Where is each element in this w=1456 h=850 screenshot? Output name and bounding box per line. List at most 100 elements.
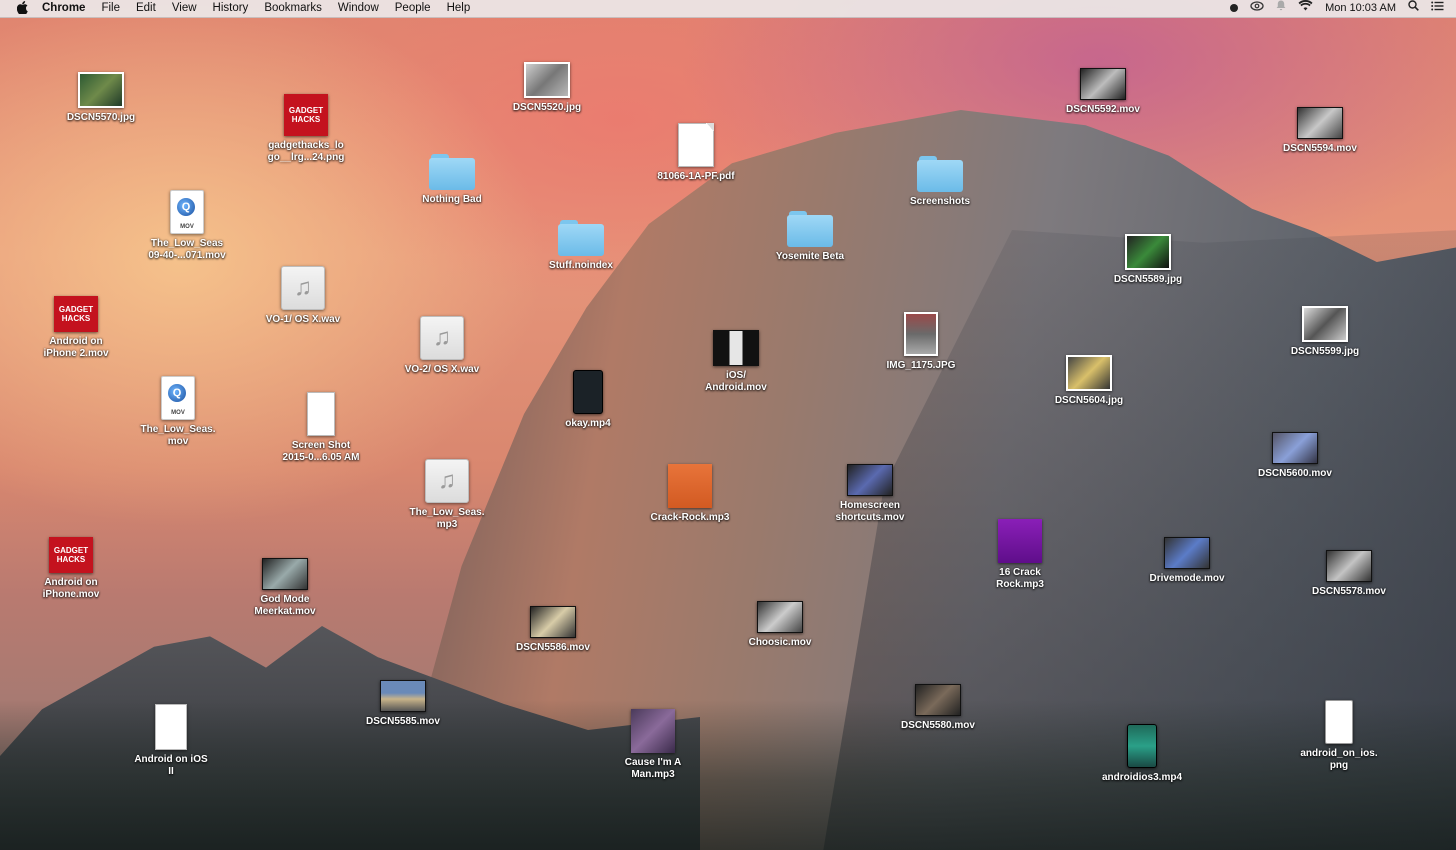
folder-icon — [558, 220, 604, 256]
desktop-item-label: DSCN5599.jpg — [1290, 346, 1360, 357]
menubar-clock[interactable]: Mon 10:03 AM — [1319, 0, 1402, 17]
album-art-icon — [631, 709, 675, 753]
menu-people[interactable]: People — [387, 0, 439, 17]
recording-status-icon[interactable] — [1224, 0, 1244, 17]
desktop-item-okay-mp4[interactable]: okay.mp4 — [533, 370, 643, 430]
apple-menu-icon[interactable] — [12, 0, 32, 17]
desktop-item-cause-im-a-man[interactable]: Cause I'm A Man.mp3 — [598, 709, 708, 781]
image-thumbnail-icon — [524, 62, 570, 98]
desktop-item-dscn5585[interactable]: DSCN5585.mov — [348, 680, 458, 728]
desktop-item-label: android_on_ios. png — [1300, 748, 1378, 771]
menu-history[interactable]: History — [205, 0, 257, 17]
quicktime-movie-icon: Q MOV — [161, 376, 195, 420]
creative-cloud-icon[interactable] — [1244, 0, 1270, 17]
desktop-item-label: DSCN5604.jpg — [1054, 395, 1124, 406]
video-thumbnail-icon — [573, 370, 603, 414]
desktop-item-screen-shot[interactable]: Screen Shot 2015-0...6.05 AM — [266, 392, 376, 464]
desktop-item-vo2[interactable]: ♫ VO-2/ OS X.wav — [387, 316, 497, 376]
desktop-item-homescreen-shortcuts[interactable]: Homescreen shortcuts.mov — [815, 464, 925, 524]
video-thumbnail-icon — [713, 330, 759, 366]
desktop-item-dscn5570[interactable]: DSCN5570.jpg — [46, 72, 156, 124]
menu-bookmarks[interactable]: Bookmarks — [256, 0, 330, 17]
desktop-item-label: DSCN5585.mov — [366, 716, 440, 727]
desktop-item-dscn5594[interactable]: DSCN5594.mov — [1265, 107, 1375, 155]
notification-center-icon[interactable] — [1425, 0, 1450, 17]
menu-file[interactable]: File — [93, 0, 128, 17]
desktop-item-screenshots[interactable]: Screenshots — [885, 156, 995, 208]
desktop-item-vo1[interactable]: ♫ VO-1/ OS X.wav — [248, 266, 358, 326]
desktop-item-dscn5580[interactable]: DSCN5580.mov — [883, 684, 993, 732]
desktop-item-crack-rock[interactable]: Crack-Rock.mp3 — [635, 464, 745, 524]
desktop-item-the-low-seas-long[interactable]: Q MOV The_Low_Seas 09-40-...071.mov — [132, 190, 242, 262]
video-thumbnail-icon — [1297, 107, 1343, 139]
desktop-item-android-on-ios-ii[interactable]: Android on iOS II — [116, 704, 226, 778]
desktop-item-label: Android on iPhone 2.mov — [43, 336, 109, 359]
desktop-item-label: Choosic.mov — [748, 637, 812, 648]
desktop-item-label: VO-2/ OS X.wav — [404, 364, 480, 375]
menu-window[interactable]: Window — [330, 0, 387, 17]
desktop-item-pdf-81066[interactable]: 81066-1A-PF.pdf — [641, 123, 751, 183]
desktop-item-ios-android[interactable]: iOS/ Android.mov — [681, 330, 791, 394]
desktop-item-label: Screen Shot 2015-0...6.05 AM — [282, 440, 360, 463]
spotlight-search-icon[interactable] — [1402, 0, 1425, 17]
gadget-hacks-logo-icon: GADGET HACKS — [49, 537, 93, 573]
app-menu-chrome[interactable]: Chrome — [32, 0, 93, 17]
desktop-item-androidios3[interactable]: androidios3.mp4 — [1087, 724, 1197, 784]
music-note-icon: ♫ — [425, 459, 469, 503]
video-thumbnail-icon — [847, 464, 893, 496]
desktop-item-label: God Mode Meerkat.mov — [254, 594, 316, 617]
desktop-item-the-low-seas-mp3[interactable]: ♫ The_Low_Seas. mp3 — [392, 459, 502, 531]
desktop-item-nothing-bad[interactable]: Nothing Bad — [397, 154, 507, 206]
desktop-item-label: Yosemite Beta — [775, 251, 845, 262]
menu-help[interactable]: Help — [439, 0, 479, 17]
desktop-item-dscn5589[interactable]: DSCN5589.jpg — [1093, 234, 1203, 286]
desktop-item-label: DSCN5594.mov — [1283, 143, 1357, 154]
desktop-item-dscn5586[interactable]: DSCN5586.mov — [498, 606, 608, 654]
notification-bell-icon[interactable] — [1270, 0, 1292, 17]
desktop-item-drivemode[interactable]: Drivemode.mov — [1132, 537, 1242, 585]
desktop-item-dscn5599[interactable]: DSCN5599.jpg — [1270, 306, 1380, 358]
desktop-item-dscn5600[interactable]: DSCN5600.mov — [1240, 432, 1350, 480]
menu-view[interactable]: View — [164, 0, 205, 17]
document-thumbnail-icon — [155, 704, 187, 750]
wifi-icon[interactable] — [1292, 0, 1319, 17]
image-thumbnail-icon — [1302, 306, 1348, 342]
desktop-item-label: IMG_1175.JPG — [886, 360, 956, 371]
desktop-item-android-on-ios-png[interactable]: android_on_ios. png — [1284, 700, 1394, 772]
desktop-item-stuff-noindex[interactable]: Stuff.noindex — [526, 220, 636, 272]
desktop-item-label: Crack-Rock.mp3 — [650, 512, 730, 523]
desktop-item-16-crack-rock[interactable]: 16 Crack Rock.mp3 — [965, 519, 1075, 591]
menu-edit[interactable]: Edit — [128, 0, 164, 17]
gadget-hacks-logo-icon: GADGET HACKS — [54, 296, 98, 332]
desktop-item-label: DSCN5580.mov — [901, 720, 975, 731]
image-thumbnail-icon — [1066, 355, 1112, 391]
pdf-document-icon — [678, 123, 714, 167]
desktop-item-img1175[interactable]: IMG_1175.JPG — [866, 312, 976, 372]
video-thumbnail-icon — [1164, 537, 1210, 569]
desktop-item-gadgethacks-logo[interactable]: GADGET HACKS gadgethacks_lo go__lrg...24… — [251, 94, 361, 164]
desktop-item-label: DSCN5578.mov — [1312, 586, 1386, 597]
desktop-item-label: DSCN5589.jpg — [1113, 274, 1183, 285]
desktop-item-label: okay.mp4 — [565, 418, 611, 429]
desktop-item-android-iphone[interactable]: GADGET HACKS Android on iPhone.mov — [16, 537, 126, 601]
desktop-item-dscn5578[interactable]: DSCN5578.mov — [1294, 550, 1404, 598]
image-thumbnail-icon — [78, 72, 124, 108]
desktop-item-label: The_Low_Seas. mov — [140, 424, 216, 447]
desktop-item-label: The_Low_Seas 09-40-...071.mov — [148, 238, 226, 261]
desktop-item-dscn5520[interactable]: DSCN5520.jpg — [492, 62, 602, 114]
desktop-item-the-low-seas-mov[interactable]: Q MOV The_Low_Seas. mov — [123, 376, 233, 448]
desktop-item-dscn5592[interactable]: DSCN5592.mov — [1048, 68, 1158, 116]
desktop-item-god-mode-meerkat[interactable]: God Mode Meerkat.mov — [230, 558, 340, 618]
desktop-item-android-iphone-2[interactable]: GADGET HACKS Android on iPhone 2.mov — [21, 296, 131, 360]
folder-icon — [429, 154, 475, 190]
desktop-item-label: iOS/ Android.mov — [705, 370, 767, 393]
music-note-icon: ♫ — [281, 266, 325, 310]
folder-icon — [917, 156, 963, 192]
desktop-item-yosemite-beta[interactable]: Yosemite Beta — [755, 211, 865, 263]
desktop-item-choosic[interactable]: Choosic.mov — [725, 601, 835, 649]
menu-bar: Chrome File Edit View History Bookmarks … — [0, 0, 1456, 18]
desktop-item-dscn5604[interactable]: DSCN5604.jpg — [1034, 355, 1144, 407]
desktop-item-label: Android on iOS II — [134, 754, 208, 777]
desktop-item-label: Drivemode.mov — [1149, 573, 1225, 584]
music-note-icon: ♫ — [420, 316, 464, 360]
